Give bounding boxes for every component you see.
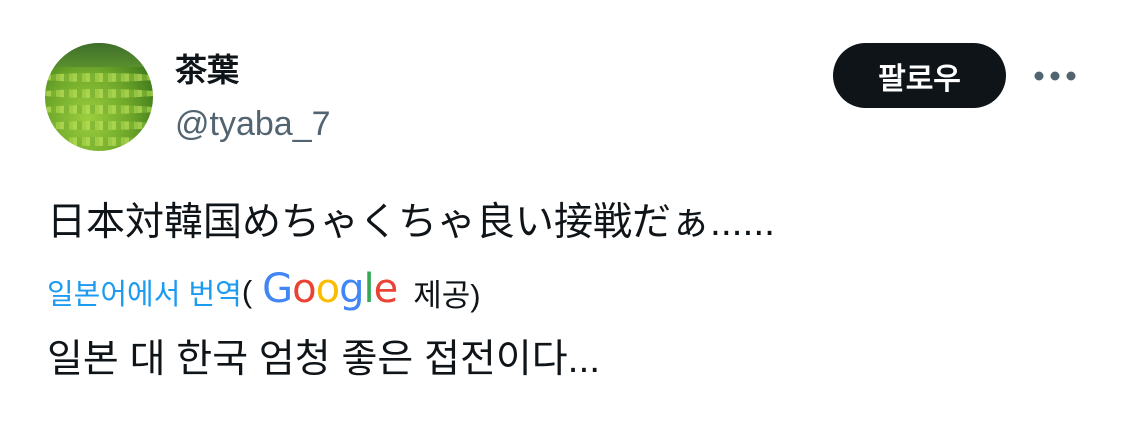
avatar-tea-row: [45, 89, 153, 98]
follow-button[interactable]: 팔로우: [833, 43, 1006, 108]
translate-link[interactable]: 일본어에서 번역: [47, 271, 242, 313]
display-name[interactable]: 茶葉: [175, 50, 239, 90]
tweet-card: 茶葉 @tyaba_7 팔로우 日本対韓国めちゃくちゃ良い接戦だぁ...... …: [0, 0, 1125, 429]
translation-attribution: 일본어에서 번역 ( Google 제공): [47, 266, 481, 316]
more-horizontal-icon: [1034, 71, 1076, 81]
paren-open: (: [241, 274, 253, 309]
provided-by-label: 제공): [413, 277, 481, 313]
more-options-button[interactable]: [1030, 58, 1080, 94]
tweet-text: 日本対韓国めちゃくちゃ良い接戦だぁ......: [47, 201, 776, 244]
user-handle[interactable]: @tyaba_7: [175, 102, 331, 146]
avatar-sky: [45, 43, 153, 67]
avatar-tea-row: [45, 137, 153, 146]
avatar-tea-row: [45, 105, 153, 114]
avatar-tea-row: [45, 73, 153, 82]
translated-text: 일본 대 한국 엄청 좋은 접전이다...: [47, 338, 601, 381]
google-logo: Google: [262, 266, 398, 312]
avatar[interactable]: [45, 43, 153, 151]
avatar-tea-row: [45, 121, 153, 130]
